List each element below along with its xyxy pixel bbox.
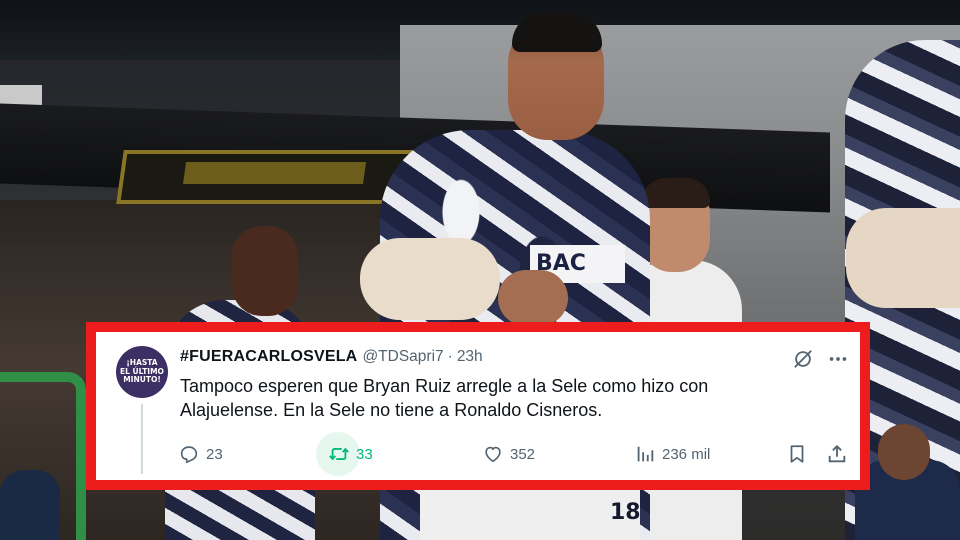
staff-member-head <box>878 424 930 480</box>
like-count: 352 <box>510 445 536 463</box>
main-player-fist <box>498 270 568 326</box>
tweet-timestamp[interactable]: 23h <box>457 348 483 366</box>
retweet-button[interactable]: 33 <box>316 432 373 476</box>
retweet-count: 33 <box>356 445 373 463</box>
reply-icon <box>180 446 198 464</box>
reply-count: 23 <box>206 445 223 463</box>
bookmark-button[interactable] <box>786 440 814 468</box>
main-player-shorts <box>420 490 640 540</box>
background-player-right-hair <box>642 178 710 208</box>
like-icon <box>485 446 501 463</box>
retweet-icon <box>329 448 349 460</box>
main-player-hair <box>512 12 602 52</box>
avatar-text-line: MINUTO! <box>123 375 161 385</box>
tweet-card[interactable]: ¡HASTA EL ÚLTIMO MINUTO! #FUERACARLOSVEL… <box>96 332 860 480</box>
thread-line <box>141 404 143 474</box>
views-icon <box>637 446 654 462</box>
background-player-left-head <box>232 226 298 316</box>
share-icon <box>828 445 846 463</box>
share-button[interactable] <box>826 440 854 468</box>
tweet-header: #FUERACARLOSVELA @TDSapri7 · 23h <box>180 348 483 370</box>
display-name[interactable]: #FUERACARLOSVELA <box>180 348 357 366</box>
like-button[interactable]: 352 <box>482 440 535 468</box>
shorts-number: 18 <box>610 500 641 525</box>
avatar[interactable]: ¡HASTA EL ÚLTIMO MINUTO! <box>116 346 168 398</box>
views-count: 236 mil <box>662 445 711 463</box>
foreground-player-right-sleeve <box>846 208 960 308</box>
bottom-left-person <box>0 470 60 540</box>
tweet-text-line: Tampoco esperen que Bryan Ruiz arregle a… <box>180 376 709 396</box>
main-player-sleeve <box>360 238 500 320</box>
more-icon[interactable] <box>826 348 850 370</box>
grok-icon[interactable] <box>792 348 814 370</box>
tweet-text: Tampoco esperen que Bryan Ruiz arregle a… <box>180 374 840 422</box>
tweet-actions: 23 33 352 236 mil <box>178 432 848 476</box>
tweet-text-line: Alajuelense. En la Sele no tiene a Ronal… <box>180 400 603 420</box>
views-button[interactable]: 236 mil <box>634 440 710 468</box>
bookmark-icon <box>790 445 804 463</box>
reply-button[interactable]: 23 <box>178 440 223 468</box>
separator-dot: · <box>447 348 453 365</box>
user-handle[interactable]: @TDSapri7 <box>362 348 443 366</box>
